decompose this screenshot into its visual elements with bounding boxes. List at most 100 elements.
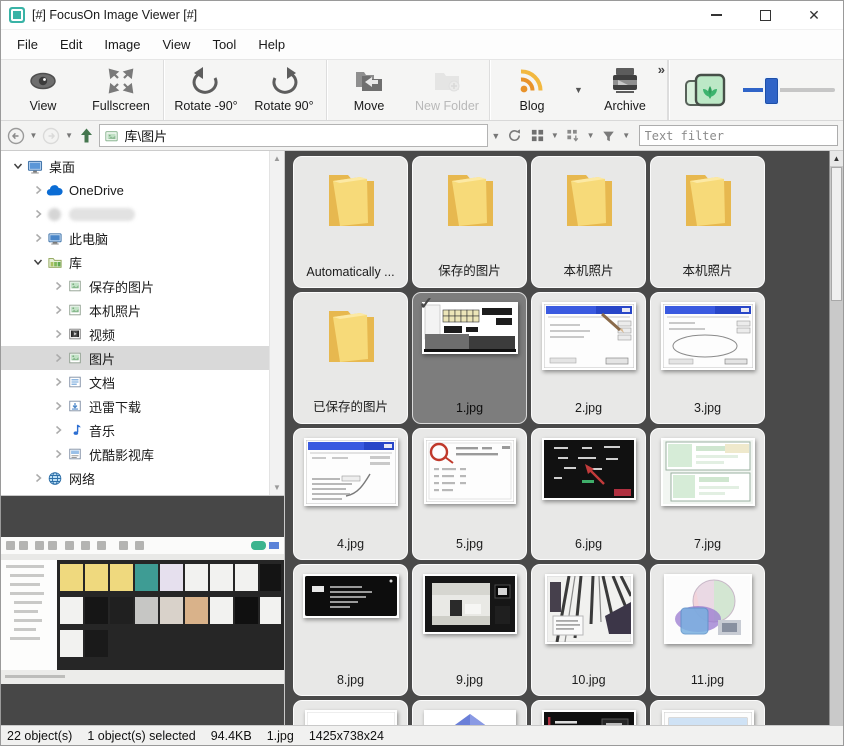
sort-icon bbox=[565, 128, 581, 143]
sort-dropdown[interactable]: ▼ bbox=[585, 125, 596, 147]
forward-history-dropdown[interactable]: ▼ bbox=[64, 125, 75, 147]
slider-handle[interactable] bbox=[765, 78, 778, 104]
filter-dropdown[interactable]: ▼ bbox=[621, 125, 632, 147]
address-field[interactable]: 库\图片 bbox=[99, 124, 488, 147]
tree-item-item[interactable]: 优酷影视库 bbox=[1, 442, 284, 466]
chevron-right-icon[interactable] bbox=[49, 352, 66, 364]
fullscreen-button[interactable]: Fullscreen bbox=[82, 60, 160, 120]
tree-scrollbar[interactable]: ▲▼ bbox=[269, 151, 284, 495]
tree-item-item[interactable]: 库 bbox=[1, 250, 284, 274]
tree-item-onedrive[interactable]: OneDrive bbox=[1, 178, 284, 202]
app-icon bbox=[9, 7, 25, 23]
tree-item-item[interactable]: 本机照片 bbox=[1, 298, 284, 322]
grid-item-1-jpg[interactable]: ✓1.jpg bbox=[412, 292, 527, 424]
back-button[interactable] bbox=[6, 125, 25, 147]
scrollbar-down-icon[interactable]: ▼ bbox=[273, 480, 281, 495]
tree-item-item[interactable]: 视频 bbox=[1, 322, 284, 346]
forward-button[interactable] bbox=[42, 125, 61, 147]
grid-item-4-jpg[interactable]: 4.jpg bbox=[293, 428, 408, 560]
view-mode-button[interactable] bbox=[527, 125, 546, 147]
address-dropdown[interactable]: ▼ bbox=[491, 131, 502, 141]
view-mode-dropdown[interactable]: ▼ bbox=[550, 125, 561, 147]
back-history-dropdown[interactable]: ▼ bbox=[28, 125, 39, 147]
maximize-button[interactable] bbox=[754, 6, 776, 24]
tree-item-item[interactable]: 迅雷下载 bbox=[1, 394, 284, 418]
archive-button[interactable]: Archive bbox=[586, 60, 664, 120]
blog-dropdown[interactable]: ▼ bbox=[571, 60, 586, 120]
rotate-90-button[interactable]: Rotate -90° bbox=[167, 60, 245, 120]
menu-image[interactable]: Image bbox=[93, 31, 151, 58]
chevron-right-icon[interactable] bbox=[29, 184, 46, 196]
new-folder-button[interactable]: New Folder bbox=[408, 60, 486, 120]
chevron-right-icon[interactable] bbox=[29, 208, 46, 220]
grid-item-partial-17[interactable] bbox=[412, 700, 527, 725]
view-button[interactable]: View bbox=[4, 60, 82, 120]
tree-item-item[interactable]: 此电脑 bbox=[1, 226, 284, 250]
grid-item-item[interactable]: 本机照片 bbox=[531, 156, 646, 288]
close-button[interactable]: ✕ bbox=[803, 6, 825, 24]
tree-item-item[interactable]: 图片 bbox=[1, 346, 284, 370]
grid-item-3-jpg[interactable]: 3.jpg bbox=[650, 292, 765, 424]
folder-icon bbox=[558, 170, 620, 228]
tree-item-item[interactable]: 保存的图片 bbox=[1, 274, 284, 298]
tree-item-item[interactable]: 音乐 bbox=[1, 418, 284, 442]
menu-tool[interactable]: Tool bbox=[201, 31, 247, 58]
image-thumbnail bbox=[304, 438, 398, 506]
grid-item-item[interactable]: 保存的图片 bbox=[412, 156, 527, 288]
chevron-right-icon[interactable] bbox=[49, 448, 66, 460]
grid-item-2-jpg[interactable]: 2.jpg bbox=[531, 292, 646, 424]
grid-item-11-jpg[interactable]: 11.jpg bbox=[650, 564, 765, 696]
grid-item-automatically[interactable]: Automatically ... bbox=[293, 156, 408, 288]
grid-item-partial-18[interactable] bbox=[531, 700, 646, 725]
tree-item-item[interactable]: 文档 bbox=[1, 370, 284, 394]
chevron-down-icon[interactable] bbox=[9, 160, 26, 172]
thumbnail-size-slider[interactable] bbox=[743, 88, 835, 92]
menu-view[interactable]: View bbox=[152, 31, 202, 58]
chevron-right-icon[interactable] bbox=[29, 232, 46, 244]
tree-item-redacted[interactable] bbox=[1, 202, 284, 226]
filter-button[interactable] bbox=[599, 125, 618, 147]
grid-item-6-jpg[interactable]: 6.jpg bbox=[531, 428, 646, 560]
thumbnail-size-icon[interactable] bbox=[683, 71, 731, 109]
grid-scrollbar[interactable]: ▲ bbox=[829, 151, 843, 725]
scrollbar-thumb[interactable] bbox=[831, 167, 842, 301]
grid-item-8-jpg[interactable]: 8.jpg bbox=[293, 564, 408, 696]
grid-item-9-jpg[interactable]: 9.jpg bbox=[412, 564, 527, 696]
network-icon bbox=[46, 470, 63, 486]
chevron-right-icon[interactable] bbox=[49, 376, 66, 388]
grid-item-10-jpg[interactable]: 10.jpg bbox=[531, 564, 646, 696]
grid-item-partial-19[interactable] bbox=[650, 700, 765, 725]
grid-item-7-jpg[interactable]: 7.jpg bbox=[650, 428, 765, 560]
chevron-right-icon[interactable] bbox=[29, 472, 46, 484]
menu-file[interactable]: File bbox=[6, 31, 49, 58]
chevron-right-icon[interactable] bbox=[49, 400, 66, 412]
up-button[interactable] bbox=[77, 125, 96, 147]
chevron-right-icon[interactable] bbox=[49, 328, 66, 340]
minimize-button[interactable] bbox=[705, 6, 727, 24]
sort-button[interactable] bbox=[563, 125, 582, 147]
scrollbar-up-icon[interactable]: ▲ bbox=[830, 151, 843, 166]
menu-bar: FileEditImageViewToolHelp bbox=[1, 29, 843, 60]
grid-item-item[interactable]: 已保存的图片 bbox=[293, 292, 408, 424]
scrollbar-up-icon[interactable]: ▲ bbox=[273, 151, 281, 166]
refresh-button[interactable] bbox=[505, 125, 524, 147]
menu-help[interactable]: Help bbox=[247, 31, 296, 58]
blog-button[interactable]: Blog bbox=[493, 60, 571, 120]
chevron-right-icon[interactable] bbox=[49, 304, 66, 316]
image-thumbnail bbox=[545, 574, 633, 644]
rotate-90-button[interactable]: Rotate 90° bbox=[245, 60, 323, 120]
tree-item-item[interactable]: 网络 bbox=[1, 466, 284, 490]
music-icon bbox=[66, 422, 83, 438]
chevron-right-icon[interactable] bbox=[49, 280, 66, 292]
rotate-cw-icon bbox=[269, 67, 299, 97]
chevron-down-icon[interactable] bbox=[29, 256, 46, 268]
text-filter-input[interactable] bbox=[639, 125, 839, 146]
grid-item-item[interactable]: 本机照片 bbox=[650, 156, 765, 288]
tree-item-item[interactable]: 桌面 bbox=[1, 154, 284, 178]
move-button[interactable]: Move bbox=[330, 60, 408, 120]
menu-edit[interactable]: Edit bbox=[49, 31, 93, 58]
chevron-right-icon[interactable] bbox=[49, 424, 66, 436]
grid-item-5-jpg[interactable]: 5.jpg bbox=[412, 428, 527, 560]
toolbar-overflow-chevron[interactable]: » bbox=[658, 62, 665, 77]
grid-item-partial-16[interactable] bbox=[293, 700, 408, 725]
